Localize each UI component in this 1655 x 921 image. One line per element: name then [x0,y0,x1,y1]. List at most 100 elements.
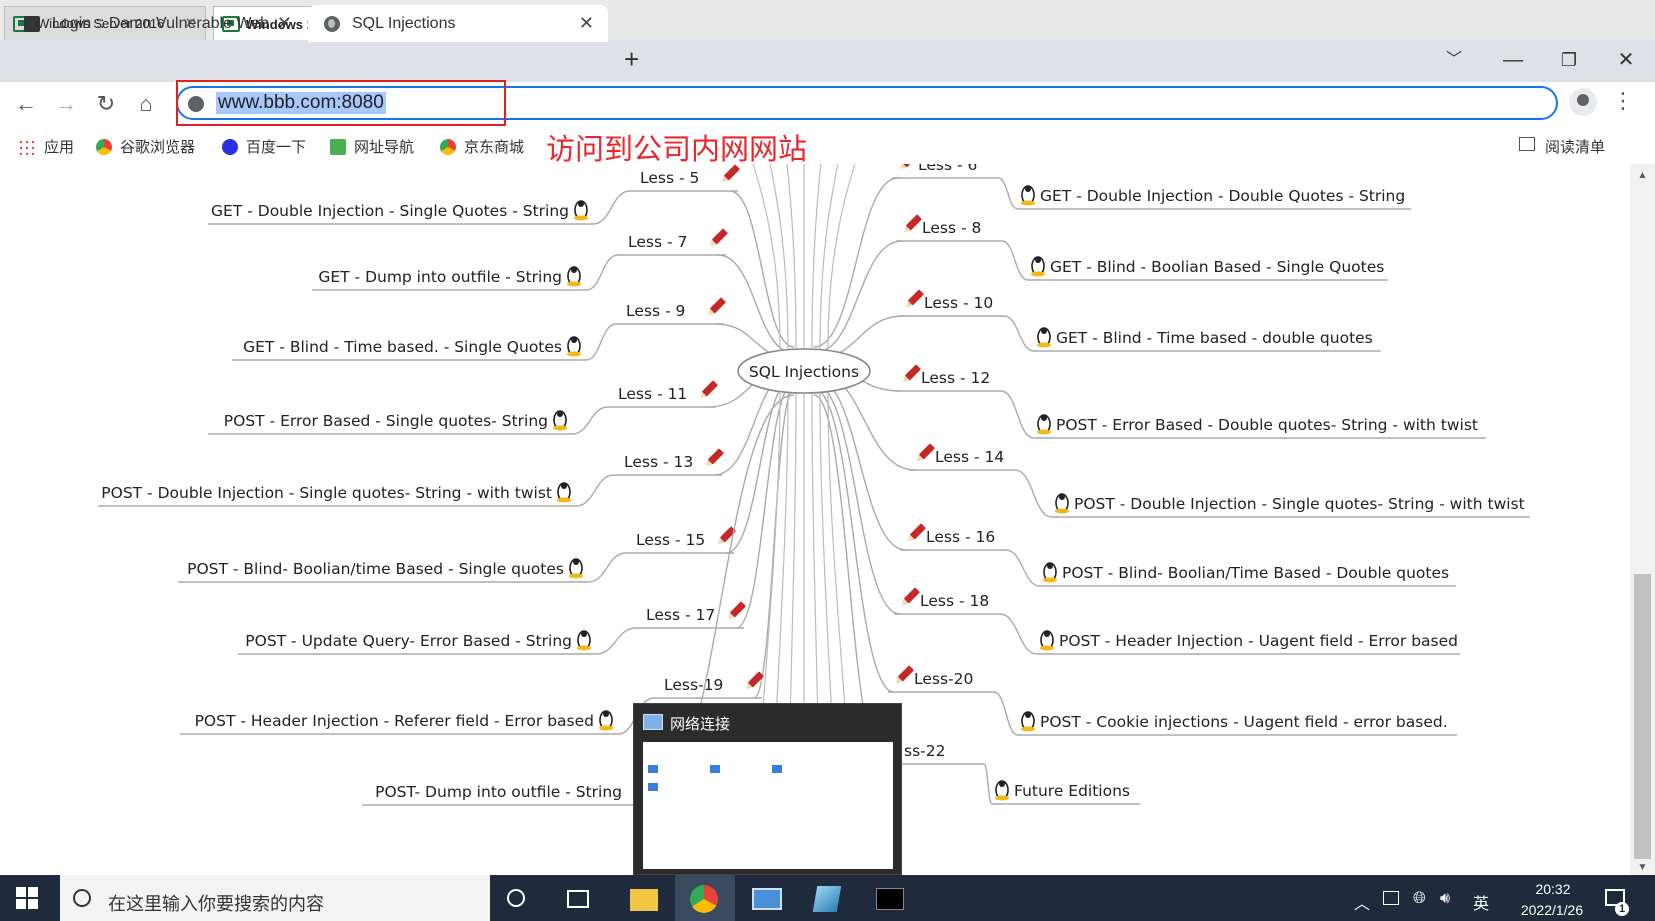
terminal-icon[interactable] [876,888,904,910]
forward-arrow-icon[interactable]: → [52,90,80,118]
tab-sql-injections[interactable]: SQL Injections ✕ [308,5,608,42]
connector-line [813,177,899,348]
clock-time[interactable]: 20:32 [1523,881,1583,897]
home-icon[interactable]: ⌂ [132,90,160,118]
minimize-icon[interactable]: — [1490,44,1536,76]
close-icon[interactable]: ✕ [579,13,594,34]
pencil-icon [916,443,935,462]
node-title: POST - Blind- Boolian/time Based - Singl… [187,560,564,578]
tab-login[interactable]: Login :: Damn Vulnerable Web ✕ [0,5,306,42]
chrome-icon [440,138,456,155]
less-label: Less-20 [914,670,973,688]
connector-line [983,763,993,805]
chrome-icon [96,138,112,155]
connector-line [999,613,1038,655]
connector-line [769,164,789,350]
node-title: GET - Blind - Boolian Based - Single Quo… [1050,258,1384,276]
pencil-icon [705,448,724,467]
file-explorer-icon[interactable] [630,889,658,911]
node-title: GET - Double Injection - Single Quotes -… [211,202,569,220]
bookmark-navigation[interactable]: 网址导航 [330,136,414,157]
reading-list-icon[interactable] [1519,137,1535,151]
more-menu-icon[interactable]: ⋮ [1612,88,1634,114]
less-label: Less - 9 [626,302,685,320]
pencil-icon [905,289,924,308]
annotation-text: 访问到公司内网网站 [546,134,808,166]
connector-line [993,691,1019,736]
volume-icon[interactable]: 🔊︎ [1440,890,1450,908]
bookmark-apps[interactable]: 应用 [18,136,74,157]
ime-indicator[interactable]: 英 [1473,890,1489,914]
network-connections-icon[interactable] [752,888,782,910]
node-title: GET - Double Injection - Double Quotes -… [1040,187,1405,205]
pencil-icon [907,523,926,542]
linux-penguin-icon [569,558,583,579]
adapter-icon [710,765,720,773]
popup-title: 网络连接 [670,716,731,733]
bookmark-label: 应用 [44,139,75,156]
node-title: POST - Update Query- Error Based - Strin… [245,632,572,650]
linux-penguin-icon [567,336,581,357]
chevron-up-icon[interactable]: ︿ [1354,890,1370,914]
start-windows-icon[interactable] [16,887,38,909]
baidu-paw-icon [222,138,238,155]
pencil-icon [895,665,914,684]
connector-line [571,406,609,435]
adapter-icon [648,783,658,791]
pencil-icon [721,164,740,183]
profile-avatar-icon[interactable] [1569,88,1597,116]
clock-date[interactable]: 2022/1/26 [1505,902,1599,918]
connector-line [813,382,901,615]
linux-penguin-icon [1031,256,1045,277]
globe-icon [324,15,340,32]
window-close-icon[interactable]: ✕ [1603,44,1649,76]
less-label: Less-19 [664,676,723,694]
bookmark-jd[interactable]: 京东商城 [440,136,524,157]
chrome-icon[interactable] [690,885,718,913]
node-title: POST - Cookie injections - Uagent field … [1040,713,1448,731]
search-icon [73,889,91,907]
globe-network-icon[interactable]: 🌐︎ [1413,890,1426,908]
close-icon[interactable]: ✕ [277,13,292,34]
less-label: Less - 15 [636,531,705,549]
pencil-icon [903,214,922,233]
linux-penguin-icon [599,710,613,731]
connector-line [725,376,795,554]
reload-icon[interactable]: ↻ [92,90,120,118]
connector-line [813,240,903,354]
reading-list-button[interactable]: 阅读清单 [1545,136,1605,157]
bookmark-chrome[interactable]: 谷歌浏览器 [96,136,195,157]
restore-icon[interactable]: ❐ [1546,44,1592,76]
bookmark-label: 网址导航 [354,139,415,156]
linux-penguin-icon [553,410,567,431]
house-2345-icon [330,138,346,155]
notepad-icon[interactable] [812,886,842,912]
less-label: Less - 18 [920,592,989,610]
security-shield-icon[interactable] [1383,891,1399,905]
tab-title: SQL Injections [352,14,456,32]
connector-line [575,474,615,507]
less-label: Less - 17 [646,606,715,624]
connector-line [1003,315,1035,352]
task-view-icon[interactable] [567,890,589,908]
scroll-up-arrow-icon[interactable]: ▲ [1634,170,1651,181]
cortana-icon[interactable] [507,889,525,907]
linux-penguin-icon [1037,414,1051,435]
less-label: Less - 14 [935,448,1004,466]
scrollbar-thumb[interactable] [1634,574,1651,859]
bookmark-label: 谷歌浏览器 [120,139,196,156]
connector-line [585,323,617,361]
center-node-label: SQL Injections [749,363,859,381]
back-arrow-icon[interactable]: ← [12,90,40,118]
chevron-down-icon[interactable]: ﹀ [1431,44,1477,76]
new-tab-button[interactable]: + [624,44,639,75]
connector-line [813,388,895,693]
node-title: POST - Double Injection - Single quotes-… [1074,495,1525,513]
bookmark-label: 百度一下 [246,139,307,156]
search-input[interactable]: 在这里输入你要搜索的内容 [108,890,324,916]
scroll-down-arrow-icon[interactable]: ▼ [1634,862,1651,873]
less-label: ss-22 [904,742,945,760]
less-label: Less - 5 [640,169,699,187]
bookmark-label: 京东商城 [464,139,525,156]
bookmark-baidu[interactable]: 百度一下 [222,136,306,157]
